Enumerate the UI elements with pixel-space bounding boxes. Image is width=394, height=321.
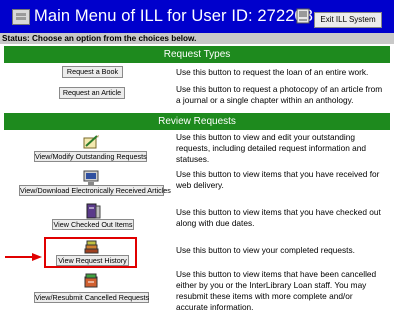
- request-article-button[interactable]: Request an Article: [59, 87, 125, 99]
- highlight-box: [44, 237, 137, 268]
- electronic-articles-description: Use this button to view items that you h…: [176, 169, 380, 190]
- review-requests-heading: Review Requests: [4, 113, 390, 130]
- computer-monitor-icon: [83, 170, 99, 185]
- book-checkout-icon: [86, 203, 101, 219]
- status-text: Status: Choose an option from the choice…: [0, 33, 394, 44]
- exit-ill-system-button[interactable]: Exit ILL System: [314, 12, 382, 28]
- page-title: Main Menu of ILL for User ID: 272203: [34, 7, 314, 25]
- exit-icon: [296, 8, 310, 24]
- red-arrow-icon: [5, 253, 42, 261]
- request-book-description: Use this button to request the loan of a…: [176, 67, 369, 77]
- request-article-description: Use this button to request a photocopy o…: [176, 84, 383, 105]
- view-resubmit-cancelled-requests-button[interactable]: View/Resubmit Cancelled Requests: [34, 292, 149, 303]
- checked-out-description: Use this button to view items that you h…: [176, 207, 381, 228]
- resubmit-icon: [84, 273, 98, 288]
- request-types-heading: Request Types: [4, 46, 390, 63]
- view-download-articles-button[interactable]: View/Download Electronically Received Ar…: [19, 185, 171, 196]
- view-checked-out-items-button[interactable]: View Checked Out Items: [52, 219, 134, 230]
- header-bar: Main Menu of ILL for User ID: 272203 Exi…: [0, 0, 394, 33]
- request-history-description: Use this button to view your completed r…: [176, 245, 355, 255]
- outstanding-requests-description: Use this button to view and edit your ou…: [176, 132, 367, 164]
- pencil-document-icon: [83, 135, 99, 149]
- cancelled-requests-description: Use this button to view items that have …: [176, 269, 377, 312]
- menu-icon: [12, 9, 30, 25]
- request-book-button[interactable]: Request a Book: [62, 66, 123, 78]
- view-modify-outstanding-requests-button[interactable]: View/Modify Outstanding Requests: [34, 151, 147, 162]
